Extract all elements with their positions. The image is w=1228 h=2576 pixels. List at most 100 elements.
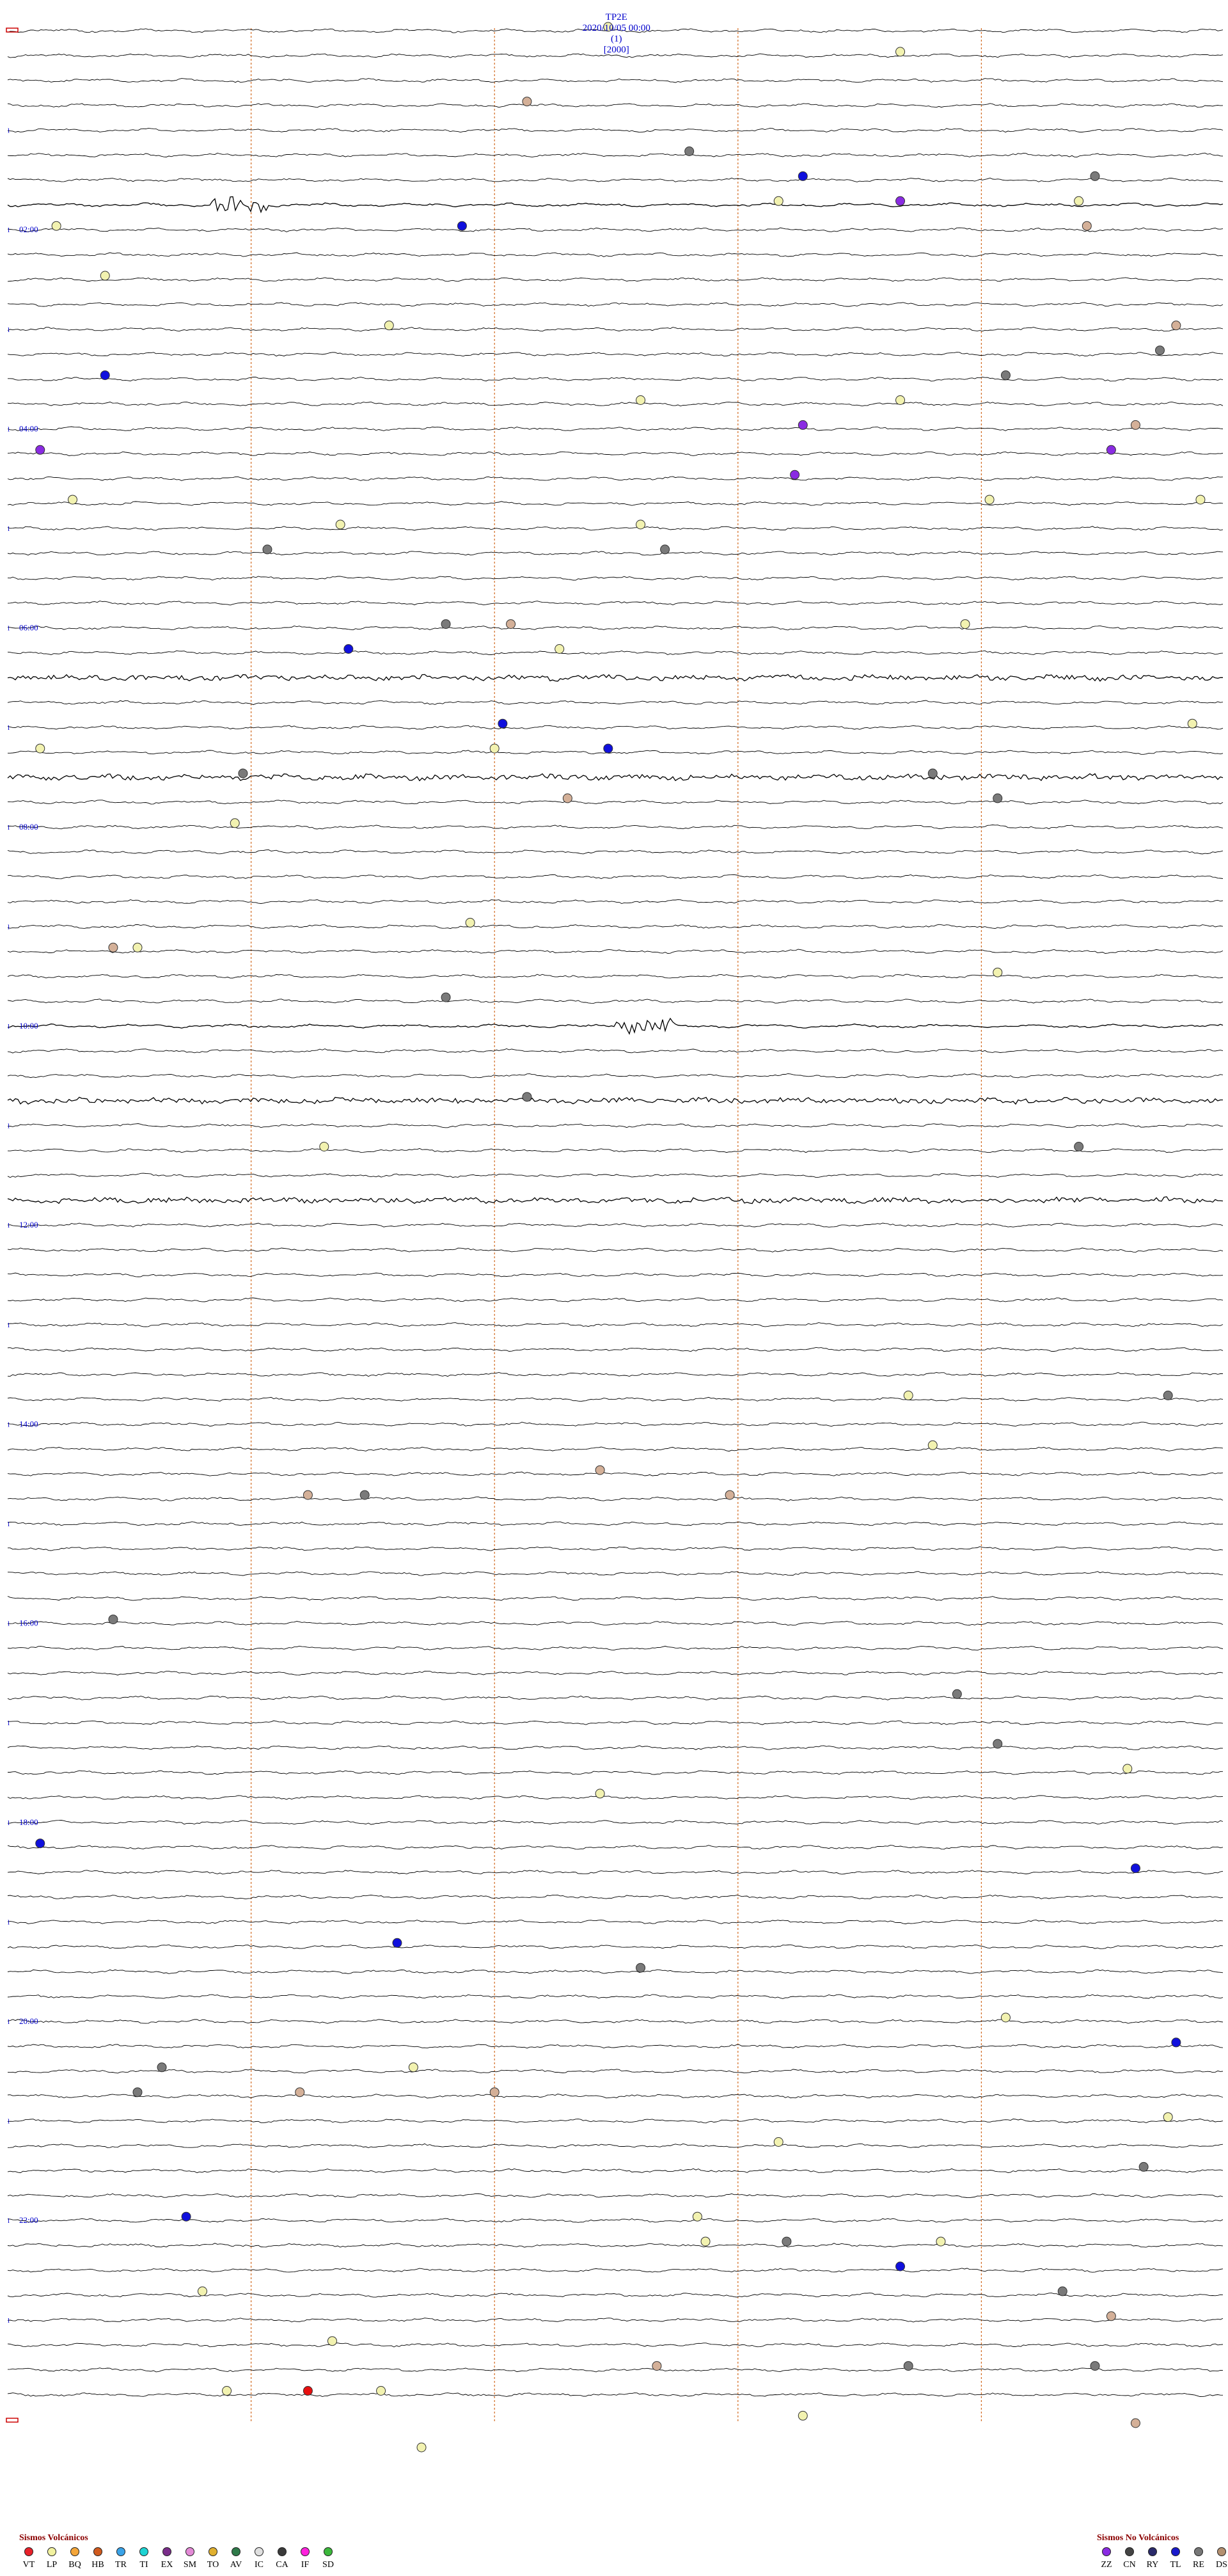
legend-dot-bq	[70, 2547, 79, 2556]
legend-dot-ca	[278, 2547, 287, 2556]
seismic-trace	[7, 1870, 1224, 1875]
seismic-trace	[7, 1944, 1224, 1949]
seismic-trace	[7, 1196, 1224, 1205]
seismic-trace	[7, 1048, 1224, 1054]
event-marker-ds	[1130, 420, 1140, 430]
event-marker-ex	[35, 445, 45, 455]
hour-tick: l	[8, 326, 10, 334]
seismic-trace	[7, 2268, 1224, 2273]
event-marker-tl	[181, 2211, 191, 2222]
legend-code: VT	[22, 2560, 35, 2570]
seismic-trace	[7, 874, 1224, 880]
time-label: 04:00	[19, 423, 38, 433]
event-marker-lp	[773, 2137, 783, 2147]
datetime-label: 2020/10/05 00:00	[582, 23, 650, 33]
seismic-trace	[7, 196, 1224, 214]
seismic-trace	[7, 551, 1224, 556]
seismic-trace	[7, 2118, 1224, 2124]
event-marker-lp	[408, 2062, 418, 2073]
event-marker-tl	[895, 2261, 906, 2272]
event-marker-ic	[684, 146, 695, 156]
event-marker-lp	[700, 2236, 711, 2247]
chart-title: TP2E 2020/10/05 00:00 (1) [2000]	[0, 1, 1228, 56]
legend-code: TL	[1170, 2560, 1181, 2570]
event-marker-ic	[1000, 370, 1011, 381]
event-marker-ic	[441, 619, 451, 629]
event-marker-lp	[903, 1391, 913, 1400]
event-marker-ic	[636, 1963, 646, 1973]
event-marker-lp	[936, 2236, 946, 2247]
seismic-trace	[7, 2293, 1224, 2298]
event-marker-lp	[1122, 1764, 1133, 1774]
event-marker-ic	[927, 768, 938, 778]
seismic-trace	[7, 825, 1224, 830]
seismic-trace	[7, 177, 1224, 182]
event-marker-lp	[384, 320, 394, 331]
seismic-trace	[7, 152, 1224, 158]
time-label: 14:00	[19, 1419, 38, 1428]
seismic-trace	[7, 2093, 1224, 2099]
seismic-trace	[7, 999, 1224, 1004]
seismic-trace	[7, 2392, 1224, 2398]
event-marker-tl	[343, 644, 354, 654]
legend-code: RY	[1146, 2560, 1159, 2570]
seismic-trace	[7, 1372, 1223, 1377]
event-marker-ds	[303, 1490, 313, 1500]
end-marker	[6, 2417, 19, 2423]
hour-tick: l	[8, 1222, 10, 1229]
hour-tick: l	[8, 625, 10, 633]
event-marker-lp	[327, 2336, 337, 2346]
legend-dot-if	[301, 2547, 310, 2556]
event-marker-lp	[984, 494, 995, 505]
event-marker-lp	[197, 2286, 207, 2296]
seismic-trace	[7, 1347, 1224, 1352]
hour-tick: l	[8, 1620, 10, 1628]
time-label: 06:00	[19, 623, 38, 633]
event-marker-lp	[773, 196, 783, 206]
event-marker-ic	[1138, 2161, 1149, 2172]
event-marker-ic	[660, 544, 670, 555]
time-label: 20:00	[19, 2016, 38, 2026]
seismic-trace	[7, 1621, 1224, 1626]
event-marker-lp	[100, 271, 110, 281]
event-marker-ds	[562, 793, 572, 803]
event-marker-ic	[441, 992, 451, 1002]
legend-item-ds: DS	[1212, 2547, 1228, 2570]
legend-code: DS	[1216, 2560, 1227, 2570]
legend-volcanic-title: Sismos Volcánicos	[19, 2533, 88, 2543]
seismic-trace	[7, 2069, 1224, 2074]
event-marker-tl	[457, 221, 467, 231]
seismic-trace	[7, 1745, 1224, 1750]
event-marker-lp	[636, 395, 646, 405]
legend-code: SD	[322, 2560, 334, 2570]
hour-tick: l	[8, 2317, 10, 2325]
seismic-trace	[7, 1521, 1224, 1526]
hour-tick: l	[8, 2118, 10, 2126]
event-marker-ic	[108, 1615, 118, 1625]
legend-code: EX	[161, 2560, 173, 2570]
seismic-trace	[7, 1595, 1223, 1601]
legend-item-ex: EX	[157, 2547, 177, 2570]
legend-dot-zz	[1102, 2547, 1111, 2556]
seismic-trace	[7, 1795, 1224, 1800]
event-marker-lp	[376, 2386, 386, 2396]
legend-dot-lp	[47, 2547, 56, 2556]
legend-item-tr: TR	[111, 2547, 130, 2570]
seismic-trace	[7, 426, 1224, 431]
seismic-trace	[7, 849, 1224, 855]
legend-dot-cn	[1125, 2547, 1134, 2556]
seismic-trace	[8, 1770, 1224, 1775]
seismic-trace	[7, 800, 1224, 805]
seismic-trace	[7, 103, 1224, 108]
legend-code: AV	[230, 2560, 242, 2570]
helicorder-plot: l l l l l l l l l l l l l l l l l l l l l l l 02:00 04:00 06:00 08…	[6, 22, 1224, 2453]
legend-code: SM	[183, 2560, 197, 2570]
seismic-trace	[7, 1247, 1224, 1252]
event-marker-lp	[1187, 718, 1197, 729]
legend-code: IF	[301, 2560, 310, 2570]
event-marker-lp	[927, 1440, 938, 1450]
legend-item-zz: ZZ	[1097, 2547, 1116, 2570]
legend-dot-sd	[324, 2547, 333, 2556]
event-marker-lp	[636, 519, 646, 530]
event-marker-lp	[993, 967, 1003, 977]
